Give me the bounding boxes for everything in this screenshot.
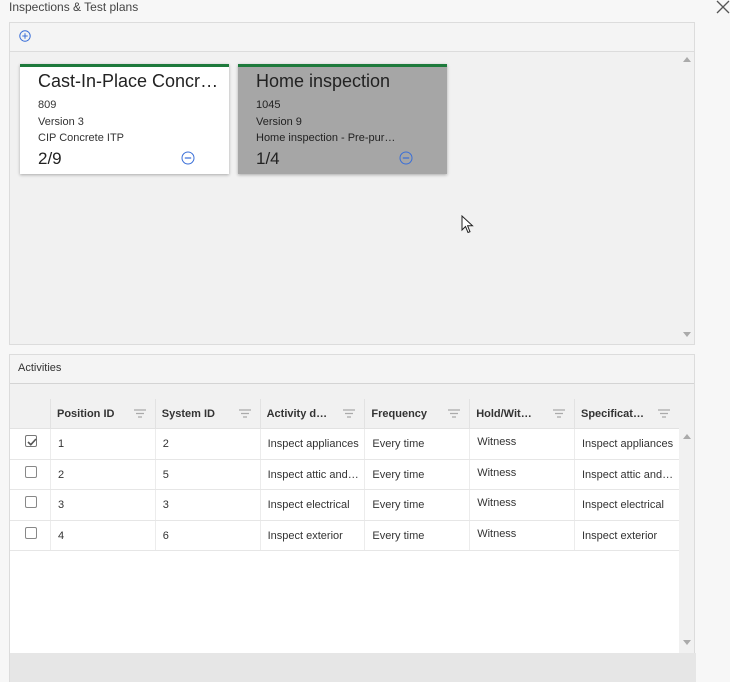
row-select-cell xyxy=(10,460,50,490)
plan-card-count: 1/4 xyxy=(256,149,280,168)
plan-card-description: CIP Concrete ITP xyxy=(38,132,124,144)
cell-system-id: 5 xyxy=(154,459,260,489)
cell-activity: Inspect attic and roof xyxy=(259,459,365,489)
cell-position-id: 4 xyxy=(50,520,155,550)
plan-card-title: Home inspection xyxy=(256,71,391,91)
plans-toolbar xyxy=(10,23,694,52)
plan-card-count: 2/9 xyxy=(38,149,62,168)
cell-hold-witness: Witness xyxy=(469,459,574,489)
dialog-title: Inspections & Test plans xyxy=(9,0,139,14)
grid-body: 1 2 Inspect appliances Every time Witnes… xyxy=(10,429,679,551)
row-select-cell xyxy=(10,521,50,551)
column-header-system-id[interactable]: System ID xyxy=(154,399,260,428)
table-row[interactable]: 2 5 Inspect attic and roof Every time Wi… xyxy=(10,459,679,490)
filter-icon[interactable] xyxy=(343,409,356,418)
close-icon[interactable] xyxy=(716,0,730,14)
row-checkbox[interactable] xyxy=(25,526,37,539)
add-plan-icon[interactable] xyxy=(19,30,31,42)
column-header-hold-witness[interactable]: Hold/Witness xyxy=(469,399,574,428)
activities-grid: Position ID System ID Activity descripti… xyxy=(10,399,679,653)
cell-system-id: 3 xyxy=(154,490,260,520)
scroll-down-arrow-icon[interactable] xyxy=(683,640,691,646)
filter-icon[interactable] xyxy=(133,409,146,418)
cell-system-id: 6 xyxy=(154,520,260,550)
column-header-activity-description[interactable]: Activity description xyxy=(259,399,365,428)
table-row[interactable]: 4 6 Inspect exterior Every time Witness … xyxy=(10,520,679,551)
plan-card-selected[interactable]: Home inspection 1045 Version 9 Home insp… xyxy=(238,64,447,174)
filter-icon[interactable] xyxy=(238,409,251,418)
test-plans-panel: Cast-In-Place Concrete ITP 809 Version 3… xyxy=(9,22,695,345)
scroll-down-arrow-icon[interactable] xyxy=(683,332,691,338)
row-checkbox[interactable] xyxy=(25,465,37,478)
plan-card[interactable]: Cast-In-Place Concrete ITP 809 Version 3… xyxy=(20,64,229,174)
cell-frequency: Every time xyxy=(364,490,469,520)
filter-icon[interactable] xyxy=(448,409,461,418)
row-checkbox[interactable] xyxy=(25,435,37,447)
filter-icon[interactable] xyxy=(657,409,670,418)
column-header-position-id[interactable]: Position ID xyxy=(50,399,155,428)
header-select-column xyxy=(10,399,50,428)
scroll-up-arrow-icon[interactable] xyxy=(683,56,691,62)
cell-hold-witness: Witness xyxy=(469,520,574,550)
row-select-cell xyxy=(10,429,50,459)
activities-panel: Activities Position ID System ID Activit… xyxy=(9,354,696,682)
grid-footer xyxy=(10,653,696,682)
plan-card-version: Version 3 xyxy=(38,115,84,128)
cell-specification: Inspect attic and roof xyxy=(573,459,679,489)
filter-icon[interactable] xyxy=(552,409,565,418)
plan-card-title: Cast-In-Place Concrete ITP xyxy=(38,71,227,91)
mouse-cursor-icon xyxy=(461,215,474,234)
cell-position-id: 2 xyxy=(50,459,155,489)
cell-position-id: 3 xyxy=(50,490,155,520)
cell-activity: Inspect electrical xyxy=(259,490,365,520)
column-header-frequency[interactable]: Frequency xyxy=(364,399,469,428)
cell-system-id: 2 xyxy=(154,429,260,459)
remove-circle-icon[interactable] xyxy=(399,151,413,165)
cell-specification: Inspect electrical xyxy=(573,490,679,520)
cell-activity: Inspect exterior xyxy=(259,520,365,550)
plan-card-id: 1045 xyxy=(256,99,281,111)
table-row[interactable]: 1 2 Inspect appliances Every time Witnes… xyxy=(10,429,679,460)
plan-card-version: Version 9 xyxy=(256,115,302,128)
check-icon xyxy=(27,438,37,446)
plan-card-description: Home inspection - Pre-purchase xyxy=(256,132,396,144)
activities-header: Activities xyxy=(10,355,694,384)
row-select-cell xyxy=(10,490,50,520)
cell-frequency: Every time xyxy=(364,459,469,489)
cell-hold-witness: Witness xyxy=(469,429,574,459)
grid-header-row: Position ID System ID Activity descripti… xyxy=(10,399,679,429)
remove-circle-icon[interactable] xyxy=(181,151,195,165)
cell-frequency: Every time xyxy=(364,429,469,459)
cell-frequency: Every time xyxy=(364,520,469,550)
cell-specification: Inspect exterior xyxy=(573,520,679,550)
cell-position-id: 1 xyxy=(50,429,155,459)
row-checkbox[interactable] xyxy=(25,496,37,508)
column-header-specification[interactable]: Specification xyxy=(573,399,679,428)
scroll-up-arrow-icon[interactable] xyxy=(683,433,691,439)
cell-activity: Inspect appliances xyxy=(259,429,365,459)
plan-card-id: 809 xyxy=(38,99,57,111)
cell-specification: Inspect appliances xyxy=(573,429,679,459)
table-row[interactable]: 3 3 Inspect electrical Every time Witnes… xyxy=(10,490,679,521)
cell-hold-witness: Witness xyxy=(469,490,574,520)
